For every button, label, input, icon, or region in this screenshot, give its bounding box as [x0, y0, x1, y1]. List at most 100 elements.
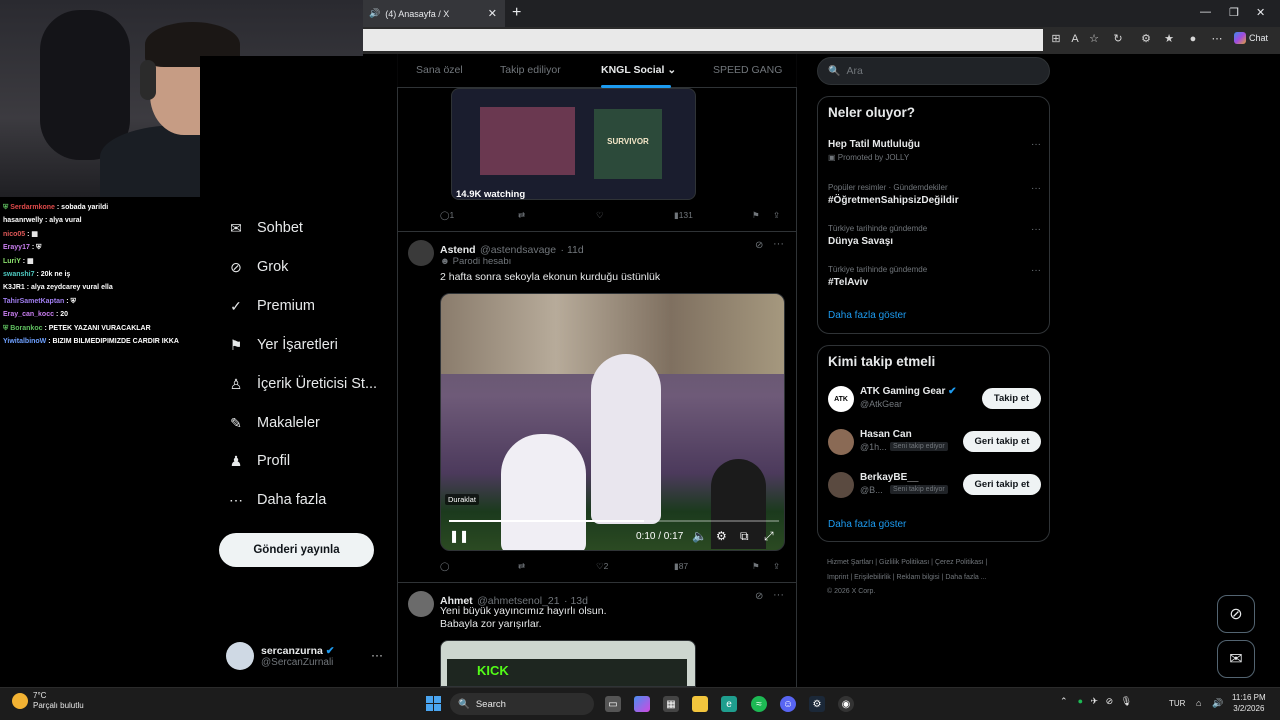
follow-suggestion[interactable]: ATK ATK Gaming Gear ✔ @AtkGear Takip et	[828, 384, 1041, 414]
grok-icon[interactable]: ⊘	[755, 240, 763, 251]
post-image[interactable]: KICK	[440, 640, 696, 687]
post-time[interactable]: · 11d	[561, 244, 584, 256]
volume-icon[interactable]: 🔊	[1212, 698, 1223, 709]
bookmark-icon[interactable]: ⚑	[752, 561, 760, 572]
share-icon[interactable]: ⇪	[773, 210, 780, 221]
trend-item[interactable]: Türkiye tarihinde gündemde Dünya Savaşı …	[828, 224, 1041, 247]
like-icon[interactable]: ♡	[596, 210, 604, 221]
start-button[interactable]	[426, 696, 441, 711]
tray-app-icon[interactable]: ✈	[1091, 696, 1099, 706]
share-icon[interactable]: ⇪	[773, 561, 780, 572]
footer-link[interactable]: Çerez Politikası	[935, 559, 984, 566]
trend-item[interactable]: Türkiye tarihinde gündemde #TelAviv ···	[828, 265, 1041, 288]
tab-kngl-social[interactable]: KNGL Social ⌄	[601, 64, 676, 76]
who-show-more-link[interactable]: Daha fazla göster	[828, 519, 906, 530]
pip-icon[interactable]: ⧉	[740, 529, 749, 544]
browser-tab[interactable]: 🔊 (4) Anasayfa / X ✕	[363, 0, 505, 27]
footer-link[interactable]: Hizmet Şartları	[827, 559, 873, 566]
nav-item-yer-isaretleri[interactable]: ⚑ Yer İşaretleri	[227, 333, 338, 357]
close-window-button[interactable]: ✕	[1256, 6, 1265, 19]
footer-link[interactable]: Daha fazla ...	[945, 574, 986, 581]
post-more-icon[interactable]: ···	[773, 589, 784, 601]
language-indicator[interactable]: TUR	[1169, 699, 1185, 708]
file-explorer-icon[interactable]	[692, 696, 708, 712]
footer-link[interactable]: Gizlilik Politikası	[879, 559, 929, 566]
favorite-star-icon[interactable]: ☆	[1088, 33, 1100, 45]
trend-item[interactable]: Popüler resimler · Gündemdekiler #Öğretm…	[828, 183, 1041, 206]
menu-dots-icon[interactable]: ⋯	[1211, 33, 1223, 45]
read-aloud-icon[interactable]: A	[1069, 33, 1081, 45]
post-image[interactable]: SURVIVOR 14.9K watching	[451, 88, 696, 200]
views-button[interactable]: ▮ 87	[674, 561, 688, 572]
nav-item-icerik-ureticisi[interactable]: ♙ İçerik Üreticisi St...	[227, 372, 377, 396]
volume-icon[interactable]: 🔈	[692, 529, 707, 543]
trends-show-more-link[interactable]: Daha fazla göster	[828, 310, 906, 321]
reply-button[interactable]: ◯ 1	[440, 210, 454, 221]
trend-more-icon[interactable]: ···	[1031, 224, 1041, 235]
account-switcher[interactable]: sercanzurna ✔ @SercanZurnali ···	[226, 640, 386, 672]
footer-link[interactable]: Reklam bilgisi	[896, 574, 939, 581]
views-button[interactable]: ▮ 131	[674, 210, 693, 221]
copilot-icon[interactable]	[634, 696, 650, 712]
follow-suggestion[interactable]: Hasan Can @1h... Seni takip ediyor Geri …	[828, 427, 1041, 457]
weather-widget[interactable]: 7°C Parçalı bulutlu	[12, 691, 84, 711]
like-button[interactable]: ♡ 2	[596, 561, 608, 572]
nav-item-daha-fazla[interactable]: ⋯ Daha fazla	[227, 488, 326, 512]
nav-item-makaleler[interactable]: ✎ Makaleler	[227, 411, 320, 435]
repost-icon[interactable]: ⇄	[518, 561, 525, 572]
nav-item-premium[interactable]: ✓ Premium	[227, 294, 315, 318]
follow-back-button[interactable]: Geri takip et	[963, 474, 1041, 495]
obs-icon[interactable]: ◉	[838, 696, 854, 712]
grok-icon[interactable]: ⊘	[755, 591, 763, 602]
avatar[interactable]	[408, 591, 434, 617]
steam-icon[interactable]: ⚙	[809, 696, 825, 712]
post-more-icon[interactable]: ···	[773, 238, 784, 250]
footer-link[interactable]: Erişilebilirlik	[854, 574, 891, 581]
tab-close-icon[interactable]: ✕	[488, 7, 497, 20]
extensions-icon[interactable]: ⚙	[1140, 33, 1152, 45]
profile-avatar-icon[interactable]: ●	[1187, 33, 1199, 45]
nav-item-grok[interactable]: ⊘ Grok	[227, 255, 288, 279]
minimize-button[interactable]: —	[1200, 6, 1211, 18]
trend-item[interactable]: Hep Tatil Mutluluğu ▣ Promoted by JOLLY …	[828, 139, 1041, 162]
copilot-chat-button[interactable]: Chat	[1234, 32, 1268, 44]
footer-link[interactable]: Imprint	[827, 574, 848, 581]
trend-more-icon[interactable]: ···	[1031, 265, 1041, 276]
avatar[interactable]	[408, 240, 434, 266]
tab-takip-ediliyor[interactable]: Takip ediliyor	[500, 64, 561, 76]
search-input[interactable]: 🔍 Ara	[817, 57, 1050, 85]
settings-gear-icon[interactable]: ⚙	[716, 529, 727, 543]
speaker-icon[interactable]: 🔊	[369, 8, 380, 19]
follow-suggestion[interactable]: BerkayBE__ @B... Seni takip ediyor Geri …	[828, 470, 1041, 500]
tray-mute-icon[interactable]: ⊘	[1106, 696, 1114, 706]
reply-icon[interactable]: ◯	[440, 561, 450, 572]
account-more-icon[interactable]: ···	[371, 648, 383, 662]
grok-fab-button[interactable]: ⊘	[1217, 595, 1255, 633]
repost-icon[interactable]: ⇄	[518, 210, 525, 221]
favorites-icon[interactable]: ★	[1163, 33, 1175, 45]
spotify-icon[interactable]: ≈	[751, 696, 767, 712]
trend-more-icon[interactable]: ···	[1031, 139, 1041, 150]
post-button[interactable]: Gönderi yayınla	[219, 533, 374, 567]
chevron-up-icon[interactable]: ⌃	[1060, 696, 1068, 706]
video-progress-bar[interactable]	[449, 520, 779, 522]
microphone-icon[interactable]: 🎙	[1121, 696, 1132, 706]
discord-icon[interactable]: ☺	[780, 696, 796, 712]
refresh-icon[interactable]: ↻	[1112, 33, 1124, 45]
follow-back-button[interactable]: Geri takip et	[963, 431, 1041, 452]
address-bar[interactable]	[363, 29, 1043, 51]
maximize-button[interactable]: ❐	[1229, 6, 1239, 19]
author-handle[interactable]: @astendsavage	[480, 244, 556, 256]
fullscreen-icon[interactable]: ⤢	[764, 529, 774, 544]
network-icon[interactable]: ⌂	[1196, 698, 1201, 708]
pause-icon[interactable]: ❚❚	[449, 529, 469, 543]
task-view-icon[interactable]: ▭	[605, 696, 621, 712]
messages-fab-button[interactable]: ✉	[1217, 640, 1255, 678]
tab-sana-ozel[interactable]: Sana özel	[416, 64, 463, 76]
apps-icon[interactable]: ⊞	[1050, 33, 1062, 45]
taskbar-search[interactable]: 🔍 Search	[450, 693, 594, 715]
nav-item-sohbet[interactable]: ✉ Sohbet	[227, 216, 303, 240]
new-tab-button[interactable]: +	[512, 4, 521, 22]
author-name[interactable]: Astend	[440, 244, 476, 256]
tray-green-icon[interactable]: ●	[1078, 696, 1083, 706]
